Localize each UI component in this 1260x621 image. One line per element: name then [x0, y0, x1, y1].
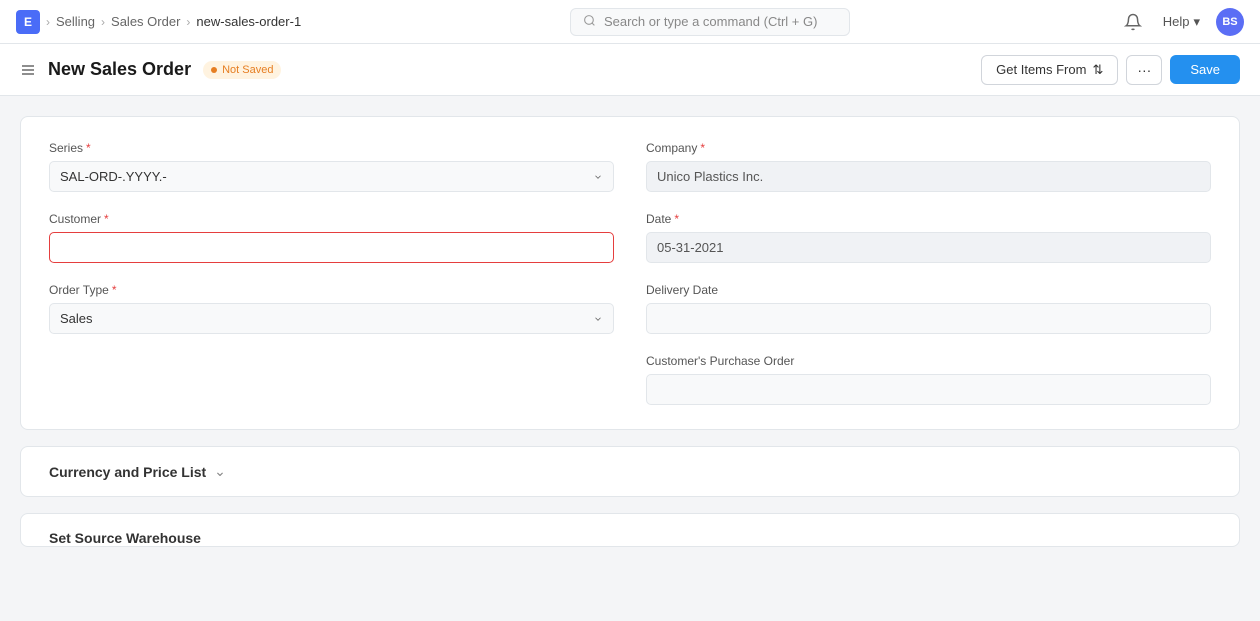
notification-icon[interactable] — [1119, 8, 1147, 36]
breadcrumb-sep-1: › — [46, 15, 50, 29]
warehouse-section: Set Source Warehouse — [20, 513, 1240, 547]
currency-section-title: Currency and Price List — [49, 464, 206, 480]
form-row-purchase-order: Customer's Purchase Order — [49, 354, 1211, 405]
page-header-right: Get Items From ⇅ ··· Save — [981, 55, 1240, 85]
top-nav: E › Selling › Sales Order › new-sales-or… — [0, 0, 1260, 44]
purchase-order-input[interactable] — [646, 374, 1211, 405]
search-icon — [583, 14, 596, 30]
company-input[interactable] — [646, 161, 1211, 192]
warehouse-section-header[interactable]: Set Source Warehouse — [49, 530, 1211, 546]
breadcrumb-sales-order[interactable]: Sales Order — [111, 14, 180, 29]
date-label: Date * — [646, 212, 1211, 226]
company-required: * — [700, 141, 705, 155]
date-input[interactable] — [646, 232, 1211, 263]
date-required: * — [674, 212, 679, 226]
page-header-left: New Sales Order Not Saved — [20, 59, 281, 80]
breadcrumb-sep-3: › — [186, 15, 190, 29]
more-options-button[interactable]: ··· — [1126, 55, 1162, 85]
breadcrumb: E › Selling › Sales Order › new-sales-or… — [16, 10, 301, 34]
series-input[interactable]: SAL-ORD-.YYYY.- — [49, 161, 614, 192]
user-avatar[interactable]: BS — [1216, 8, 1244, 36]
customer-required: * — [104, 212, 109, 226]
save-button[interactable]: Save — [1170, 55, 1240, 84]
currency-chevron-icon: ⌄ — [214, 463, 226, 480]
app-icon[interactable]: E — [16, 10, 40, 34]
order-type-required: * — [112, 283, 117, 297]
empty-group — [49, 354, 614, 405]
get-items-label: Get Items From — [996, 62, 1086, 77]
customer-group: Customer * — [49, 212, 614, 263]
status-dot — [211, 67, 217, 73]
company-group: Company * — [646, 141, 1211, 192]
series-required: * — [86, 141, 91, 155]
page-header: New Sales Order Not Saved Get Items From… — [0, 44, 1260, 96]
purchase-order-label: Customer's Purchase Order — [646, 354, 1211, 368]
get-items-button[interactable]: Get Items From ⇅ — [981, 55, 1118, 85]
page-title: New Sales Order — [48, 59, 191, 80]
customer-input[interactable] — [49, 232, 614, 263]
menu-icon[interactable] — [20, 62, 36, 78]
form-row-customer-date: Customer * Date * — [49, 212, 1211, 263]
search-box[interactable]: Search or type a command (Ctrl + G) — [570, 8, 850, 36]
delivery-date-label: Delivery Date — [646, 283, 1211, 297]
delivery-date-group: Delivery Date — [646, 283, 1211, 334]
form-row-series-company: Series * SAL-ORD-.YYYY.- Company * — [49, 141, 1211, 192]
breadcrumb-current: new-sales-order-1 — [196, 14, 301, 29]
order-type-label: Order Type * — [49, 283, 614, 297]
main-content: Series * SAL-ORD-.YYYY.- Company * Custo… — [0, 96, 1260, 621]
warehouse-section-title: Set Source Warehouse — [49, 530, 201, 546]
status-label: Not Saved — [222, 64, 273, 76]
delivery-date-input[interactable] — [646, 303, 1211, 334]
search-container: Search or type a command (Ctrl + G) — [570, 8, 850, 36]
main-form-card: Series * SAL-ORD-.YYYY.- Company * Custo… — [20, 116, 1240, 430]
help-label: Help — [1163, 14, 1190, 29]
get-items-chevron-icon: ⇅ — [1092, 62, 1103, 78]
order-type-group: Order Type * Sales — [49, 283, 614, 334]
currency-section-header: Currency and Price List ⌄ — [49, 463, 1211, 480]
help-button[interactable]: Help ▾ — [1163, 14, 1200, 30]
nav-actions: Help ▾ BS — [1119, 8, 1244, 36]
series-label: Series * — [49, 141, 614, 155]
customer-label: Customer * — [49, 212, 614, 226]
company-label: Company * — [646, 141, 1211, 155]
date-group: Date * — [646, 212, 1211, 263]
breadcrumb-sep-2: › — [101, 15, 105, 29]
currency-section[interactable]: Currency and Price List ⌄ — [20, 446, 1240, 497]
order-type-input[interactable]: Sales — [49, 303, 614, 334]
status-badge: Not Saved — [203, 61, 281, 79]
series-group: Series * SAL-ORD-.YYYY.- — [49, 141, 614, 192]
search-placeholder: Search or type a command (Ctrl + G) — [604, 14, 818, 29]
purchase-order-group: Customer's Purchase Order — [646, 354, 1211, 405]
help-chevron-icon: ▾ — [1193, 14, 1200, 30]
breadcrumb-selling[interactable]: Selling — [56, 14, 95, 29]
form-row-ordertype-delivery: Order Type * Sales Delivery Date — [49, 283, 1211, 334]
